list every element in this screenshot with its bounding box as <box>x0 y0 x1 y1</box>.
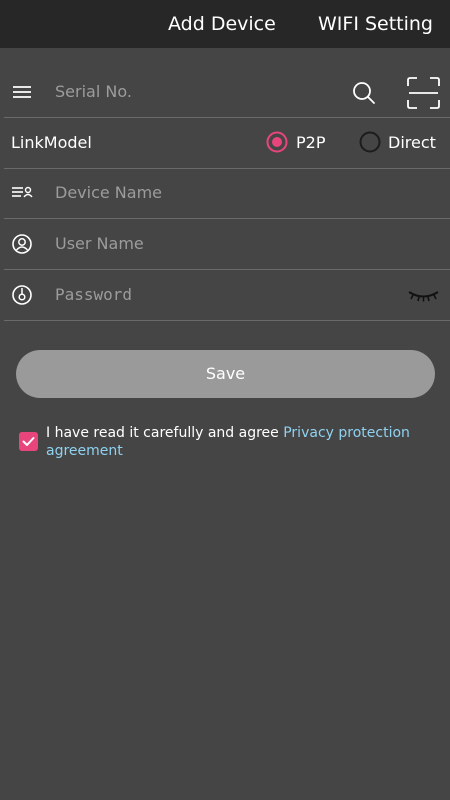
tab-wifi-setting[interactable]: WIFI Setting <box>318 11 433 37</box>
device-name-input[interactable]: Device Name <box>55 182 162 204</box>
list-icon <box>13 86 31 98</box>
user-name-input[interactable]: User Name <box>55 233 144 255</box>
tab-add-device[interactable]: Add Device <box>168 11 276 37</box>
search-icon[interactable] <box>351 80 377 106</box>
device-name-row: Device Name <box>0 169 450 218</box>
serial-input[interactable]: Serial No. <box>55 81 132 103</box>
add-device-screen: Add Device WIFI Setting Serial No. LinkM… <box>0 0 450 800</box>
password-row: Password <box>0 270 450 320</box>
password-input[interactable]: Password <box>55 284 132 306</box>
save-button[interactable]: Save <box>16 350 435 398</box>
link-model-label: LinkModel <box>11 133 92 152</box>
radio-direct[interactable] <box>359 131 381 153</box>
radio-direct-label[interactable]: Direct <box>388 132 436 154</box>
user-circle-icon <box>12 234 32 254</box>
divider <box>4 320 450 321</box>
link-model-row: LinkModel P2P Direct <box>0 118 450 168</box>
serial-row: Serial No. <box>0 70 450 116</box>
agreement-statement: I have read it carefully and agree <box>46 425 284 441</box>
scan-frame-icon[interactable] <box>406 76 441 110</box>
check-icon <box>22 437 35 446</box>
radio-p2p[interactable] <box>266 131 288 153</box>
lock-circle-icon <box>12 285 32 305</box>
user-name-row: User Name <box>0 219 450 269</box>
top-bar: Add Device WIFI Setting <box>0 0 450 48</box>
radio-p2p-label[interactable]: P2P <box>296 132 325 154</box>
agreement-checkbox[interactable] <box>19 432 38 451</box>
agreement-text: I have read it carefully and agree Priva… <box>46 424 438 460</box>
eye-closed-icon[interactable] <box>407 288 440 302</box>
list-user-icon <box>12 186 33 198</box>
